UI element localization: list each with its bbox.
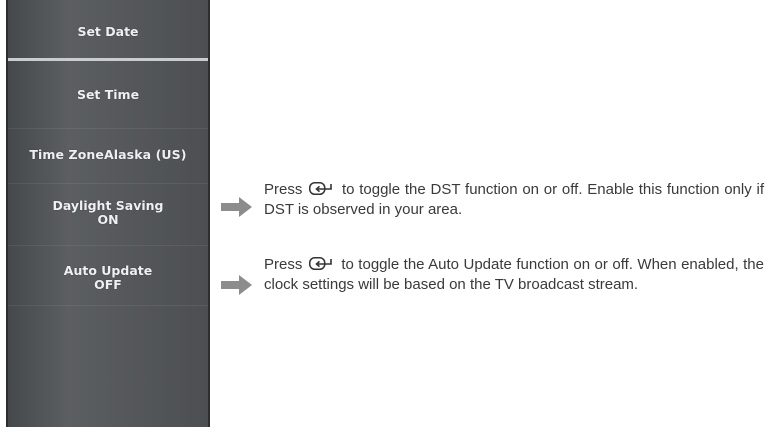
- enter-key-icon: [308, 257, 332, 270]
- menu-item-set-date[interactable]: Set Date: [8, 25, 208, 39]
- right-arrow-icon: [221, 197, 252, 217]
- menu-item-time-zone[interactable]: Time ZoneAlaska (US): [8, 148, 208, 162]
- daylight-saving-value: ON: [97, 212, 119, 227]
- row-separator: [8, 305, 208, 306]
- row-separator: [8, 128, 208, 129]
- settings-menu: Set Date Set Time Time ZoneAlaska (US) D…: [6, 0, 210, 427]
- row-separator: [8, 245, 208, 246]
- auto-update-label: Auto Update: [63, 263, 153, 278]
- daylight-saving-label: Daylight Saving: [52, 198, 164, 213]
- auto-desc-text: to toggle the Auto Update function on or…: [264, 256, 764, 293]
- enter-key-icon: [309, 182, 332, 195]
- auto-update-description: Press to toggle the Auto Update function…: [264, 255, 764, 295]
- auto-update-value: OFF: [94, 277, 122, 292]
- dst-description: Press to toggle the DST function on or o…: [264, 180, 764, 220]
- menu-item-daylight-saving[interactable]: Daylight Saving ON: [8, 199, 208, 227]
- dst-desc-press: Press: [264, 181, 303, 198]
- menu-item-set-time[interactable]: Set Time: [8, 88, 208, 102]
- dst-desc-text: to toggle the DST function on or off. En…: [264, 181, 765, 218]
- auto-desc-press: Press: [264, 256, 303, 273]
- row-separator: [8, 183, 208, 184]
- menu-item-auto-update[interactable]: Auto Update OFF: [8, 264, 208, 292]
- right-arrow-icon: [221, 275, 252, 295]
- menu-divider: [8, 58, 208, 61]
